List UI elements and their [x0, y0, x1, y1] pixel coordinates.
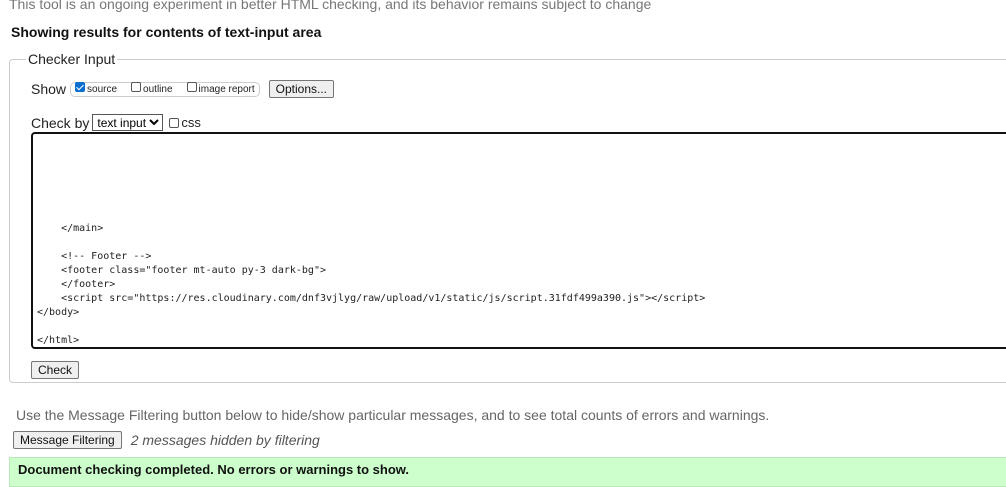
show-source-checkbox[interactable]: source [75, 82, 118, 95]
check-by-select[interactable]: text input [92, 114, 164, 131]
checkbox-checked-icon[interactable] [75, 82, 86, 92]
checkbox-icon[interactable] [186, 82, 197, 92]
show-row: Show source outline image report Options… [31, 80, 335, 98]
css-label: css [181, 115, 201, 130]
intro-text: This tool is an ongoing experiment in be… [9, 0, 652, 12]
option-label: source [87, 83, 118, 95]
css-checkbox[interactable] [169, 117, 180, 128]
results-heading: Showing results for contents of text-inp… [11, 24, 322, 40]
show-outline-checkbox[interactable]: outline [131, 82, 173, 95]
check-button[interactable]: Check [31, 361, 80, 379]
check-by-row: Check by text input css [31, 114, 201, 131]
checkbox-icon[interactable] [131, 82, 142, 92]
option-label: outline [143, 83, 173, 95]
message-filtering-button[interactable]: Message Filtering [13, 431, 122, 449]
check-by-label: Check by [31, 114, 90, 131]
show-label: Show [31, 81, 67, 97]
option-label: image report [198, 83, 255, 95]
show-options: source outline image report [70, 81, 260, 97]
filter-row: Message Filtering 2 messages hidden by f… [13, 431, 320, 449]
fieldset-legend: Checker Input [28, 51, 116, 67]
options-button[interactable]: Options... [268, 80, 335, 98]
source-textarea[interactable]: </main> <!-- Footer --> <footer class="f… [31, 132, 1006, 349]
show-image-report-checkbox[interactable]: image report [186, 82, 255, 95]
hidden-messages-count: 2 messages hidden by filtering [130, 432, 320, 448]
filter-note: Use the Message Filtering button below t… [16, 407, 770, 423]
